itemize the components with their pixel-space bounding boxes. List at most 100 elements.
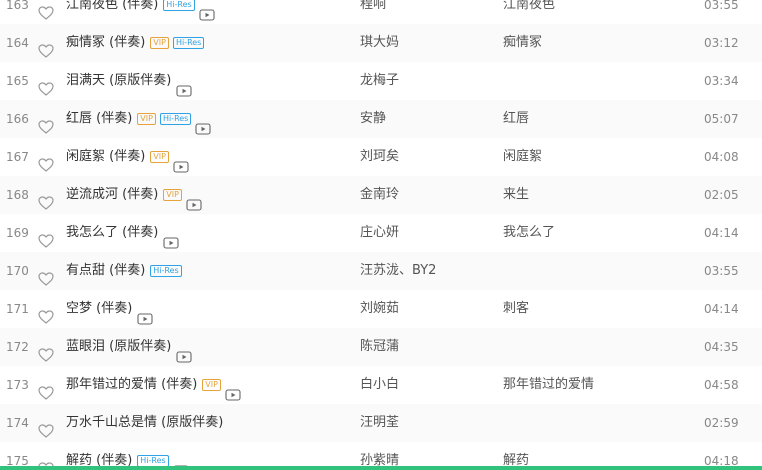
artist-name[interactable]: 程响 [360,0,386,24]
album-name[interactable]: 刺客 [503,290,529,328]
artist-name[interactable]: 安静 [360,100,386,138]
song-title[interactable]: 红唇 (伴奏) [66,100,132,138]
artist-name[interactable]: 金南玲 [360,176,399,214]
hires-badge: Hi-Res [159,113,192,125]
favorite-heart-icon[interactable] [38,416,54,438]
mv-play-icon[interactable] [173,151,189,173]
song-duration: 03:12 [704,36,739,50]
song-title-cell[interactable]: 有点甜 (伴奏) Hi-Res [66,252,186,290]
mv-play-icon[interactable] [225,379,241,401]
album-name[interactable]: 那年错过的爱情 [503,366,594,404]
song-title-cell[interactable]: 江南夜色 (伴奏) Hi-Res [66,0,219,24]
mv-play-icon[interactable] [176,341,192,363]
track-number: 171 [6,302,29,316]
song-row[interactable]: 174 万水千山总是情 (原版伴奏) 汪明荃 02:59 [0,404,762,442]
artist-name[interactable]: 陈冠蒲 [360,328,399,366]
song-title-cell[interactable]: 蓝眼泪 (原版伴奏) [66,328,196,366]
song-row[interactable]: 166 红唇 (伴奏) VIP Hi-Res 安静 红唇 05:07 [0,100,762,138]
vip-badge: VIP [137,113,156,125]
song-title[interactable]: 闲庭絮 (伴奏) [66,138,145,176]
album-name[interactable]: 闲庭絮 [503,138,542,176]
artist-name[interactable]: 汪苏泷、BY2 [360,252,436,290]
song-duration: 03:34 [704,74,739,88]
song-duration: 02:59 [704,416,739,430]
song-title-cell[interactable]: 闲庭絮 (伴奏) VIP [66,138,193,176]
album-name[interactable]: 红唇 [503,100,529,138]
song-title-cell[interactable]: 我怎么了 (伴奏) [66,214,183,252]
track-number: 163 [6,0,29,12]
song-row[interactable]: 167 闲庭絮 (伴奏) VIP 刘珂矣 闲庭絮 04:08 [0,138,762,176]
vip-badge: VIP [163,189,182,201]
song-row[interactable]: 165 泪满天 (原版伴奏) 龙梅子 03:34 [0,62,762,100]
album-name[interactable]: 来生 [503,176,529,214]
favorite-heart-icon[interactable] [38,112,54,134]
song-title[interactable]: 痴情冢 (伴奏) [66,24,145,62]
track-number: 165 [6,74,29,88]
artist-name[interactable]: 琪大妈 [360,24,399,62]
favorite-heart-icon[interactable] [38,226,54,248]
song-title[interactable]: 万水千山总是情 (原版伴奏) [66,404,223,442]
hires-badge: Hi-Res [172,37,205,49]
song-duration: 04:08 [704,150,739,164]
song-title[interactable]: 我怎么了 (伴奏) [66,214,158,252]
hires-badge: Hi-Res [150,265,182,277]
song-row[interactable]: 163 江南夜色 (伴奏) Hi-Res 程响 江南夜色 03:55 [0,0,762,24]
vip-badge: VIP [150,37,169,49]
song-row[interactable]: 170 有点甜 (伴奏) Hi-Res 汪苏泷、BY2 03:55 [0,252,762,290]
favorite-heart-icon[interactable] [38,150,54,172]
song-title-cell[interactable]: 红唇 (伴奏) VIP Hi-Res [66,100,215,138]
song-title[interactable]: 有点甜 (伴奏) [66,252,145,290]
song-title[interactable]: 江南夜色 (伴奏) [66,0,158,24]
album-name[interactable]: 江南夜色 [503,0,555,24]
track-number: 169 [6,226,29,240]
song-duration: 04:14 [704,302,739,316]
artist-name[interactable]: 白小白 [360,366,399,404]
track-number: 170 [6,264,29,278]
mv-play-icon[interactable] [186,189,202,211]
player-progress-strip[interactable] [0,466,762,470]
song-title-cell[interactable]: 空梦 (伴奏) [66,290,157,328]
song-row[interactable]: 169 我怎么了 (伴奏) 庄心妍 我怎么了 04:14 [0,214,762,252]
song-title[interactable]: 空梦 (伴奏) [66,290,132,328]
favorite-heart-icon[interactable] [38,188,54,210]
song-title[interactable]: 那年错过的爱情 (伴奏) [66,366,197,404]
mv-play-icon[interactable] [137,303,153,325]
song-list: 163 江南夜色 (伴奏) Hi-Res 程响 江南夜色 03:55 164 痴情冢 (伴奏)… [0,0,762,470]
mv-play-icon[interactable] [199,0,215,21]
favorite-heart-icon[interactable] [38,264,54,286]
artist-name[interactable]: 汪明荃 [360,404,399,442]
favorite-heart-icon[interactable] [38,74,54,96]
track-number: 167 [6,150,29,164]
song-title-cell[interactable]: 痴情冢 (伴奏) VIP Hi-Res [66,24,208,62]
mv-play-icon[interactable] [163,227,179,249]
song-title[interactable]: 泪满天 (原版伴奏) [66,62,171,100]
mv-play-icon[interactable] [176,75,192,97]
album-name[interactable]: 我怎么了 [503,214,555,252]
favorite-heart-icon[interactable] [38,340,54,362]
favorite-heart-icon[interactable] [38,378,54,400]
artist-name[interactable]: 刘婉茹 [360,290,399,328]
song-row[interactable]: 173 那年错过的爱情 (伴奏) VIP 白小白 那年错过的爱情 04:58 [0,366,762,404]
album-name[interactable]: 痴情冢 [503,24,542,62]
track-number: 166 [6,112,29,126]
mv-play-icon[interactable] [195,113,211,135]
song-title-cell[interactable]: 那年错过的爱情 (伴奏) VIP [66,366,245,404]
artist-name[interactable]: 刘珂矣 [360,138,399,176]
hires-badge: Hi-Res [163,0,195,11]
favorite-heart-icon[interactable] [38,0,54,20]
track-number: 164 [6,36,29,50]
artist-name[interactable]: 庄心妍 [360,214,399,252]
vip-badge: VIP [202,379,221,391]
song-title[interactable]: 蓝眼泪 (原版伴奏) [66,328,171,366]
song-row[interactable]: 172 蓝眼泪 (原版伴奏) 陈冠蒲 04:35 [0,328,762,366]
song-title-cell[interactable]: 泪满天 (原版伴奏) [66,62,196,100]
song-title-cell[interactable]: 万水千山总是情 (原版伴奏) [66,404,228,442]
song-row[interactable]: 164 痴情冢 (伴奏) VIP Hi-Res 琪大妈 痴情冢 03:12 [0,24,762,62]
favorite-heart-icon[interactable] [38,302,54,324]
artist-name[interactable]: 龙梅子 [360,62,399,100]
song-title[interactable]: 逆流成河 (伴奏) [66,176,158,214]
song-row[interactable]: 171 空梦 (伴奏) 刘婉茹 刺客 04:14 [0,290,762,328]
song-title-cell[interactable]: 逆流成河 (伴奏) VIP [66,176,206,214]
song-row[interactable]: 168 逆流成河 (伴奏) VIP 金南玲 来生 02:05 [0,176,762,214]
favorite-heart-icon[interactable] [38,36,54,58]
